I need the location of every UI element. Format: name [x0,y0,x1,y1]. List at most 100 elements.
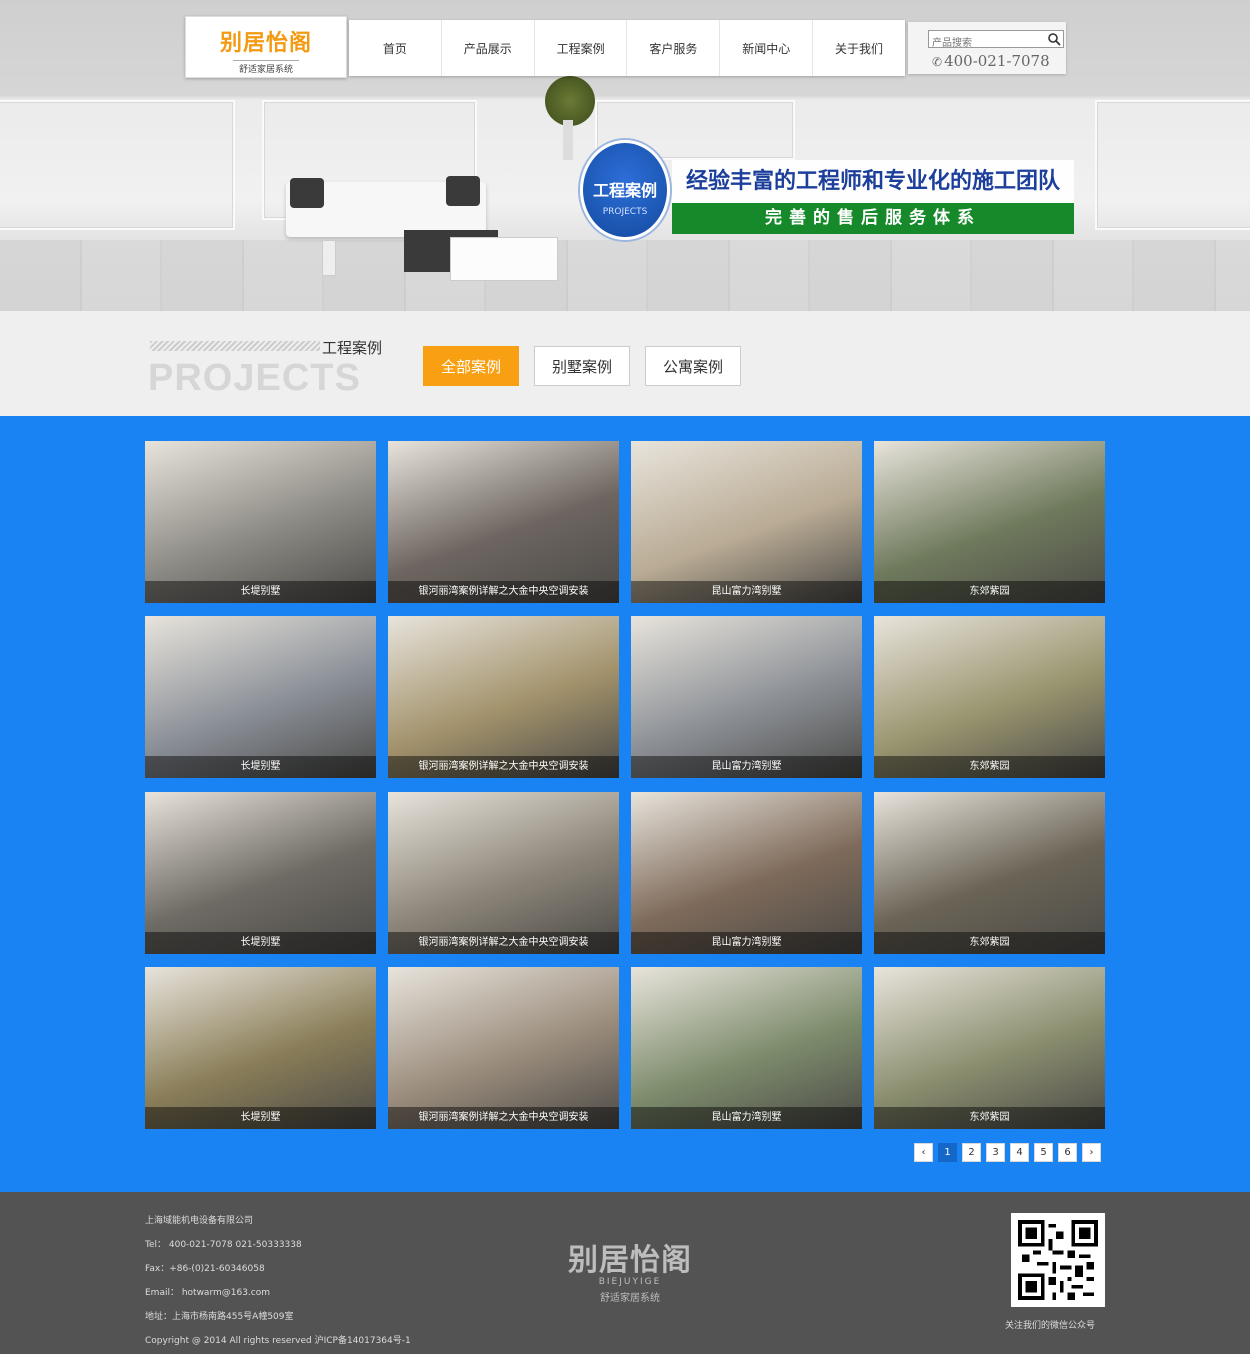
projects-grid: 长堤别墅 银河丽湾案例详解之大金中央空调安装 昆山富力湾别墅 东郊紫园 长堤别墅 银河丽湾… [0,416,1250,1192]
project-photo [874,616,1105,778]
project-caption: 银河丽湾案例详解之大金中央空调安装 [388,756,619,778]
project-card[interactable]: 长堤别墅 [145,616,376,778]
page-4[interactable]: 4 [1010,1143,1029,1162]
banner-badge-sub: PROJECTS [602,207,648,217]
footer-fax: Fax：+86-(0)21-60346058 [145,1264,265,1274]
project-caption: 东郊紫园 [874,756,1105,778]
project-card[interactable]: 昆山富力湾别墅 [631,616,862,778]
search-input[interactable] [929,35,1037,52]
project-caption: 昆山富力湾别墅 [631,932,862,954]
logo-subtitle: 舒适家居系统 [232,60,299,75]
project-caption: 银河丽湾案例详解之大金中央空调安装 [388,581,619,603]
project-card[interactable]: 银河丽湾案例详解之大金中央空调安装 [388,792,619,954]
project-caption: 东郊紫园 [874,932,1105,954]
footer-email[interactable]: Email： hotwarm@163.com [145,1285,270,1298]
section-title-en: PROJECTS [148,357,361,399]
floor [0,240,1250,311]
project-photo [145,792,376,954]
project-card[interactable]: 东郊紫园 [874,441,1105,603]
page-1[interactable]: 1 [938,1143,957,1162]
plant-image [545,76,595,126]
title-stripes [150,341,320,351]
project-caption: 长堤别墅 [145,932,376,954]
page-6[interactable]: 6 [1058,1143,1077,1162]
project-photo [388,441,619,603]
banner-headline: 经验丰富的工程师和专业化的施工团队 [672,160,1074,203]
hotline-number: 400-021-7078 [944,52,1050,70]
page-5[interactable]: 5 [1034,1143,1053,1162]
search-panel: ✆400-021-7078 [908,22,1066,74]
project-caption: 长堤别墅 [145,756,376,778]
project-card[interactable]: 东郊紫园 [874,792,1105,954]
project-card[interactable]: 昆山富力湾别墅 [631,967,862,1129]
banner-badge: 工程案例 PROJECTS [580,140,670,240]
chevron-left-icon[interactable]: ‹ [914,1143,933,1162]
hotline: ✆ 400-021-7078 [932,52,1050,70]
project-card[interactable]: 昆山富力湾别墅 [631,441,862,603]
project-photo [874,967,1105,1129]
pillow [290,178,324,208]
project-card[interactable]: 长堤别墅 [145,441,376,603]
pillow [446,176,480,206]
nav-about[interactable]: 关于我们 [813,20,905,76]
project-photo [874,441,1105,603]
project-caption: 昆山富力湾别墅 [631,581,862,603]
footer-logo: 别居怡阁 BIEJUYIGE 舒适家居系统 [535,1235,725,1304]
project-card[interactable]: 长堤别墅 [145,967,376,1129]
main-nav: 首页 产品展示 工程案例 客户服务 新闻中心 关于我们 [349,20,905,76]
footer-logo-sub: 舒适家居系统 [600,1293,660,1304]
chevron-right-icon[interactable]: › [1082,1143,1101,1162]
filter-all[interactable]: 全部案例 [423,346,519,386]
side-table [450,237,558,281]
project-photo [145,616,376,778]
logo-mark: 别居怡阁 [219,31,312,56]
search-icon[interactable] [1047,32,1061,46]
nav-home[interactable]: 首页 [349,20,442,76]
nav-service[interactable]: 客户服务 [627,20,721,76]
project-photo [631,441,862,603]
section-header: 工程案例 PROJECTS 全部案例 别墅案例 公寓案例 [0,311,1250,416]
wechat-qr-code [1011,1213,1105,1307]
project-photo [145,441,376,603]
plant-pot [563,120,573,160]
page-3[interactable]: 3 [986,1143,1005,1162]
project-card[interactable]: 银河丽湾案例详解之大金中央空调安装 [388,967,619,1129]
project-card[interactable]: 长堤别墅 [145,792,376,954]
project-caption: 长堤别墅 [145,1107,376,1129]
footer-logo-mark: 别居怡阁 [568,1243,692,1278]
site-logo[interactable]: 别居怡阁 舒适家居系统 [185,16,347,78]
project-card[interactable]: 昆山富力湾别墅 [631,792,862,954]
page-2[interactable]: 2 [962,1143,981,1162]
qr-code-icon [1018,1220,1098,1300]
footer-address: 地址：上海市杨南路455号A幢509室 [145,1312,294,1322]
vase [322,240,336,276]
nav-projects[interactable]: 工程案例 [535,20,628,76]
project-caption: 银河丽湾案例详解之大金中央空调安装 [388,932,619,954]
qr-label: 关注我们的微信公众号 [1005,1321,1096,1331]
project-caption: 东郊紫园 [874,1107,1105,1129]
phone-icon: ✆ [932,55,943,69]
search-box [928,30,1064,52]
footer: 上海域能机电设备有限公司 Tel： 400-021-7078 021-50333… [0,1192,1250,1354]
wall-panel [0,100,235,230]
project-caption: 昆山富力湾别墅 [631,1107,862,1129]
nav-news[interactable]: 新闻中心 [720,20,814,76]
filter-apartment[interactable]: 公寓案例 [645,346,741,386]
project-caption: 昆山富力湾别墅 [631,756,862,778]
banner-badge-title: 工程案例 [592,181,657,200]
project-photo [388,792,619,954]
project-card[interactable]: 东郊紫园 [874,967,1105,1129]
filter-villa[interactable]: 别墅案例 [534,346,630,386]
footer-tel: Tel： 400-021-7078 021-50333338 [145,1240,302,1250]
project-card[interactable]: 银河丽湾案例详解之大金中央空调安装 [388,441,619,603]
footer-company: 上海域能机电设备有限公司 [145,1216,254,1226]
project-photo [145,967,376,1129]
nav-products[interactable]: 产品展示 [442,20,535,76]
project-photo [631,792,862,954]
section-title: 工程案例 [322,339,383,357]
project-photo [631,616,862,778]
footer-logo-en: BIEJUYIGE [598,1277,662,1287]
project-card[interactable]: 东郊紫园 [874,616,1105,778]
project-card[interactable]: 银河丽湾案例详解之大金中央空调安装 [388,616,619,778]
project-caption: 东郊紫园 [874,581,1105,603]
